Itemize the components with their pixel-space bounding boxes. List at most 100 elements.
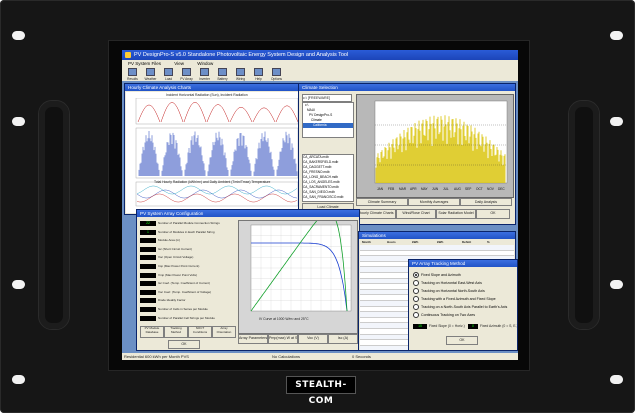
- radio-button-icon[interactable]: [413, 304, 419, 311]
- climate-file-item[interactable]: CA_SAN_FRANCISCO.mdb: [303, 195, 353, 200]
- array-config-ok-button[interactable]: OK: [168, 340, 200, 349]
- array-field-row: Number of Cells in Series per Module: [140, 306, 236, 313]
- array-orientation-button[interactable]: Array Orientation: [212, 326, 236, 338]
- toolbar-results-button[interactable]: Results: [124, 68, 141, 81]
- array-field-value[interactable]: [140, 281, 156, 287]
- climate-selection-window[interactable]: Climate Selection c:\ [FREEWARE] c:\ MAU…: [298, 83, 516, 225]
- tracking-window[interactable]: PV Array Tracking Method Fixed Slope and…: [408, 259, 518, 351]
- climate-file-list[interactable]: CA_ARCATA.mdb CA_BAKERSFIELD.mdb CA_DAGG…: [302, 154, 354, 202]
- climate-bar-chart: JAN FEB MAR APR MAY JUN JUL AUG SEP OCT NOV DEC: [374, 100, 508, 191]
- array-field-value[interactable]: [140, 298, 156, 304]
- solar-radiation-model-button[interactable]: Solar Radiation Model: [436, 209, 476, 219]
- noct-conditions-button[interactable]: NOCT Conditions: [188, 326, 212, 338]
- menu-item-window[interactable]: Window: [197, 61, 213, 66]
- array-field-value[interactable]: [140, 315, 156, 321]
- hourly-chart-caption-top: Incident Horizontal Radiation (Sun), Inc…: [166, 93, 248, 97]
- array-field-value[interactable]: [140, 264, 156, 269]
- array-field-label: Voc (Open Circuit Voltage): [158, 255, 194, 260]
- array-config-body: 22 Number of Parallel Module Connection S…: [138, 218, 358, 349]
- month-label: FEB: [388, 187, 394, 191]
- array-field-label: Number of Cells in Series per Module: [158, 307, 208, 311]
- isc-button[interactable]: Isc (A): [328, 334, 358, 344]
- fixed-azimuth-label: Fixed Azimuth (0 = S, E-): [480, 324, 518, 328]
- toolbar-help-button[interactable]: Help: [250, 68, 267, 81]
- toolbar-pv-array-button[interactable]: PV Array: [178, 68, 195, 81]
- results-column-header: %: [487, 240, 490, 244]
- array-field-value[interactable]: [140, 255, 156, 261]
- array-field-row: Number of Parallel Cell Strings per Modu…: [140, 315, 236, 322]
- tracking-method-button[interactable]: Tracking Method: [164, 326, 188, 338]
- toolbar-wiring-button[interactable]: Wiring: [232, 68, 249, 81]
- tracking-ok-button[interactable]: OK: [446, 336, 478, 345]
- folder-list[interactable]: c:\ MAUI PV DesignPro-S Climate Californ…: [302, 102, 354, 138]
- menu-item-view[interactable]: View: [174, 61, 184, 66]
- results-column-header: Hours: [387, 240, 396, 244]
- results-icon: [128, 68, 137, 76]
- voc-button[interactable]: Voc (V): [298, 334, 328, 344]
- toolbar: Results Weather Load PV Array Inverter B…: [122, 67, 518, 82]
- options-icon: [272, 68, 281, 76]
- toolbar-battery-button[interactable]: Battery: [214, 68, 231, 81]
- pv-module-database-button[interactable]: PV Module Database: [140, 326, 164, 338]
- monthly-averages-tab[interactable]: Monthly Averages: [408, 198, 460, 206]
- fixed-slope-label: Fixed Slope (0 = Horiz.): [429, 324, 465, 328]
- tracking-option[interactable]: Tracking on Horizontal East-West Axis: [413, 279, 515, 287]
- screen: PV DesignPro-S v5.0 Standalone Photovolt…: [122, 50, 518, 360]
- toolbar-inverter-button[interactable]: Inverter: [196, 68, 213, 81]
- drive-select[interactable]: c:\ [FREEWARE]: [302, 94, 352, 102]
- array-field-label: Number of Parallel Module Connection Str…: [158, 221, 220, 225]
- toolbar-load-button[interactable]: Load: [160, 68, 177, 81]
- array-field-value[interactable]: 22: [140, 221, 156, 226]
- tracking-option[interactable]: Continuous Tracking on Two Axes: [413, 311, 515, 319]
- array-field-value[interactable]: [140, 238, 156, 244]
- iv-chart-caption: IV Curve at 1000 W/m² and 25°C: [259, 317, 309, 321]
- tracking-option[interactable]: Tracking on Horizontal North-South Axis: [413, 287, 515, 295]
- mount-hole-mid-right: [610, 117, 623, 126]
- radio-button-icon[interactable]: [413, 272, 419, 279]
- menu-item-files[interactable]: PV System Files: [128, 61, 161, 66]
- tracking-option[interactable]: Tracking with a Fixed Azimuth and Fixed …: [413, 295, 515, 303]
- array-field-value[interactable]: [140, 246, 156, 252]
- climate-ok-button[interactable]: OK: [476, 209, 510, 219]
- fixed-azimuth-field[interactable]: 0: [468, 324, 478, 329]
- hourly-climate-charts-button[interactable]: Hourly Climate Charts: [356, 209, 396, 219]
- array-field-value[interactable]: [140, 307, 156, 312]
- array-field-value[interactable]: [140, 289, 156, 295]
- array-field-row: Voc Coef. (Temp. Coefficient of Voltage): [140, 289, 236, 296]
- array-config-window[interactable]: PV System Array Configuration 22 Number o…: [136, 209, 360, 351]
- radio-button-icon[interactable]: [413, 280, 419, 287]
- status-project: Residential 600 kWh per Month PVS: [124, 354, 189, 359]
- radio-button-icon[interactable]: [413, 288, 419, 295]
- array-parameters-button[interactable]: Array Parameters: [238, 334, 268, 344]
- array-field-label: Isc (Short Circuit Current): [158, 246, 193, 251]
- toolbar-weather-button[interactable]: Weather: [142, 68, 159, 81]
- radio-button-icon[interactable]: [413, 296, 419, 303]
- app-title: PV DesignPro-S v5.0 Standalone Photovolt…: [134, 52, 349, 58]
- month-label: NOV: [487, 187, 495, 191]
- array-field-label: Vmp (Max Power Point Volts): [158, 272, 198, 277]
- mount-hole-bottom-left: [12, 375, 25, 384]
- array-field-label: Number of Modules in Each Parallel Strin…: [158, 229, 215, 234]
- daily-analysis-tab[interactable]: Daily Analysis: [460, 198, 512, 206]
- array-field-label: Module Area (m): [158, 238, 181, 243]
- pmp-max-button[interactable]: Pmp(max) W at STC: [268, 334, 298, 344]
- mount-hole-mid-left: [12, 117, 25, 126]
- fixed-slope-field[interactable]: 15: [413, 324, 427, 329]
- array-field-value[interactable]: [140, 272, 156, 278]
- month-label: DEC: [498, 187, 505, 191]
- array-field-value[interactable]: 1: [140, 229, 156, 235]
- month-label: MAR: [399, 187, 407, 191]
- mount-hole-top-left: [12, 31, 25, 40]
- iv-curve-chart: [250, 221, 352, 312]
- hourly-charts-title: Hourly Climate Analysis Charts: [125, 84, 301, 91]
- folder-item-selected[interactable]: California: [303, 123, 353, 128]
- hourly-charts-window[interactable]: Hourly Climate Analysis Charts Incident …: [124, 83, 302, 215]
- tracking-title: PV Array Tracking Method: [409, 260, 517, 267]
- toolbar-options-button[interactable]: Options: [268, 68, 285, 81]
- menu-bar: PV System Files View Window: [122, 60, 518, 67]
- tracking-option[interactable]: Tracking on a North-South Axis Parallel …: [413, 303, 515, 311]
- wind-rose-chart-button[interactable]: Wind/Rose Chart: [396, 209, 436, 219]
- radio-button-icon[interactable]: [413, 312, 419, 319]
- tracking-option[interactable]: Fixed Slope and Azimuth: [413, 271, 515, 279]
- climate-summary-tab[interactable]: Climate Summary: [356, 198, 408, 206]
